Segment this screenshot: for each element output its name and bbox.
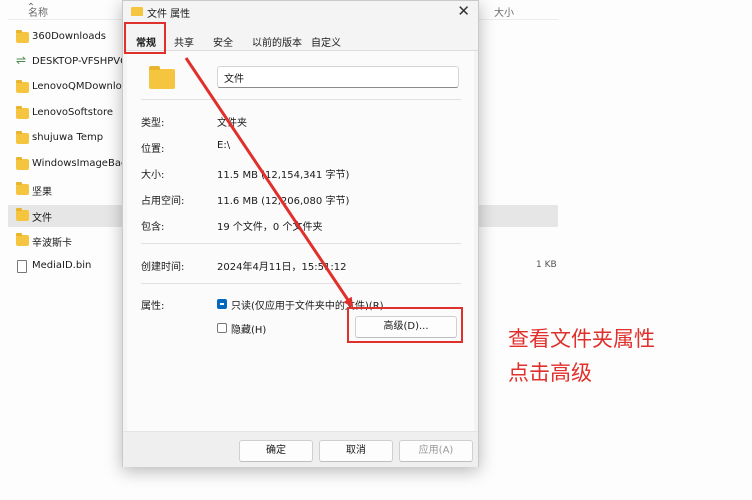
folder-icon (16, 131, 29, 144)
file-name: 文件 (32, 213, 52, 224)
chevron-up-icon: ⌃ (26, 2, 36, 13)
file-name: WindowsImageBack (32, 158, 133, 169)
size-value: 11.5 MB (12,154,341 字节) (217, 170, 350, 181)
file-icon (17, 260, 27, 273)
annotation-line-1: 查看文件夹属性 (508, 327, 655, 351)
file-name: LenovoQMDownload (32, 81, 135, 92)
folder-icon (16, 157, 29, 170)
folder-icon (16, 106, 29, 119)
attributes-label: 属性: (141, 301, 165, 312)
file-name: shujuwa Temp (32, 132, 104, 143)
location-value: E:\ (217, 140, 231, 151)
disk-size-value: 11.6 MB (12,206,080 字节) (217, 196, 350, 207)
advanced-highlight-box (347, 307, 463, 343)
properties-dialog: 文件 属性 ✕ 常规 共享 安全 以前的版本 自定义 类型: 文件夹 位置: E… (122, 0, 479, 467)
tab-sharing[interactable]: 共享 (174, 34, 194, 49)
file-name: MediaID.bin (32, 260, 92, 271)
column-header-size[interactable]: 大小 (494, 4, 514, 19)
folder-icon (16, 233, 29, 246)
divider (141, 99, 461, 100)
folder-icon (16, 182, 29, 195)
contains-value: 19 个文件，0 个文件夹 (217, 222, 323, 233)
file-name: 坚果 (32, 187, 52, 198)
folder-icon (16, 208, 29, 221)
file-name: 辛波斯卡 (32, 238, 72, 249)
close-icon[interactable]: ✕ (457, 2, 470, 20)
folder-icon (149, 66, 175, 89)
annotation-text: 查看文件夹属性 点击高级 (508, 322, 655, 390)
folder-icon (131, 7, 143, 16)
file-name: LenovoSoftstore (32, 107, 114, 118)
folder-icon (16, 30, 29, 43)
contains-label: 包含: (141, 222, 165, 233)
file-size: 1 KB (536, 260, 557, 270)
divider (141, 243, 461, 244)
cancel-button[interactable]: 取消 (319, 440, 393, 462)
type-label: 类型: (141, 118, 165, 129)
network-computer-icon (16, 53, 29, 68)
readonly-checkbox[interactable] (217, 299, 227, 309)
disk-size-label: 占用空间: (141, 196, 185, 207)
file-name: DESKTOP-VFSHPVC (32, 56, 128, 67)
apply-button[interactable]: 应用(A) (399, 440, 473, 462)
file-name: 360Downloads (32, 31, 107, 42)
folder-name-input[interactable] (217, 66, 459, 88)
general-panel: 类型: 文件夹 位置: E:\ 大小: 11.5 MB (12,154,341 … (127, 51, 474, 431)
column-header-size-label: 大小 (494, 8, 514, 19)
tab-bar: 常规 共享 安全 以前的版本 自定义 (123, 31, 478, 51)
type-value: 文件夹 (217, 118, 247, 129)
dialog-titlebar[interactable]: 文件 属性 ✕ (123, 1, 478, 23)
ok-button[interactable]: 确定 (239, 440, 313, 462)
column-header-name[interactable]: ⌃ 名称 (24, 2, 48, 19)
annotation-line-2: 点击高级 (508, 361, 592, 385)
hidden-label[interactable]: 隐藏(H) (231, 321, 266, 336)
hidden-checkbox[interactable] (217, 323, 227, 333)
created-value: 2024年4月11日，15:51:12 (217, 262, 347, 273)
dialog-footer: 确定 取消 应用(A) (123, 431, 478, 467)
created-label: 创建时间: (141, 262, 185, 273)
folder-icon (16, 80, 29, 93)
tab-customize[interactable]: 自定义 (311, 34, 341, 49)
divider (141, 283, 461, 284)
tab-highlight-box (124, 22, 166, 54)
location-label: 位置: (141, 144, 165, 155)
size-label: 大小: (141, 170, 165, 181)
tab-security[interactable]: 安全 (213, 34, 233, 49)
tab-previous-versions[interactable]: 以前的版本 (252, 34, 302, 49)
dialog-title: 文件 属性 (147, 9, 191, 20)
